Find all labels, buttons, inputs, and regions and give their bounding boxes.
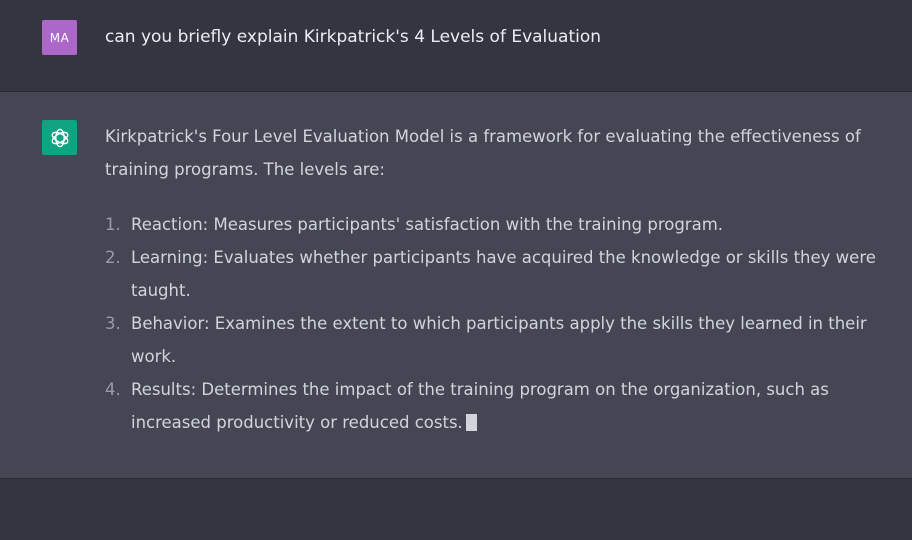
assistant-avatar xyxy=(42,120,77,155)
assistant-intro: Kirkpatrick's Four Level Evaluation Mode… xyxy=(105,127,861,179)
user-message: MA can you briefly explain Kirkpatrick's… xyxy=(0,0,912,92)
list-item-text: Reaction: Measures participants' satisfa… xyxy=(131,215,724,234)
levels-list: 1. Reaction: Measures participants' sati… xyxy=(105,208,895,439)
list-item: 2. Learning: Evaluates whether participa… xyxy=(105,241,895,307)
list-item-text: Learning: Evaluates whether participants… xyxy=(131,248,876,300)
list-item: 1. Reaction: Measures participants' sati… xyxy=(105,208,895,241)
list-item-text: Results: Determines the impact of the tr… xyxy=(131,380,829,432)
list-number: 4. xyxy=(105,380,121,399)
openai-logo-icon xyxy=(51,128,68,147)
list-number: 1. xyxy=(105,215,121,234)
conversation: MA can you briefly explain Kirkpatrick's… xyxy=(0,0,912,540)
typing-cursor xyxy=(465,414,477,431)
list-item-text: Behavior: Examines the extent to which p… xyxy=(131,314,867,366)
assistant-message-body: Kirkpatrick's Four Level Evaluation Mode… xyxy=(105,120,895,439)
user-avatar: MA xyxy=(42,20,77,55)
user-message-text: can you briefly explain Kirkpatrick's 4 … xyxy=(105,27,602,47)
list-number: 3. xyxy=(105,314,121,333)
list-item: 3. Behavior: Examines the extent to whic… xyxy=(105,307,895,373)
assistant-message: Kirkpatrick's Four Level Evaluation Mode… xyxy=(0,92,912,479)
list-item: 4. Results: Determines the impact of the… xyxy=(105,373,895,439)
empty-footer-area xyxy=(0,479,912,540)
list-number: 2. xyxy=(105,248,121,267)
